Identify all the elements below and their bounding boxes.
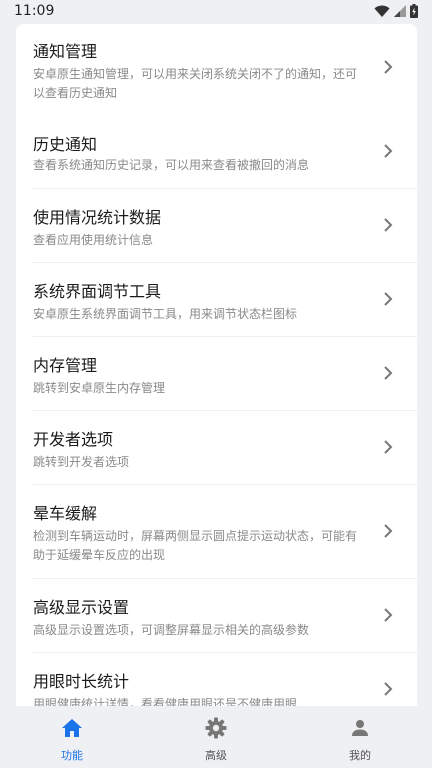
item-title: 使用情况统计数据	[33, 208, 162, 227]
list-item-usage-stats[interactable]: 使用情况统计数据 查看应用使用统计信息	[16, 188, 417, 262]
item-title: 历史通知	[33, 135, 98, 154]
item-title: 开发者选项	[33, 430, 114, 449]
feature-list: 通知管理 安卓原生通知管理，可以用来关闭系统关闭不了的通知，还可以查看历史通知 …	[16, 24, 417, 706]
gear-icon	[205, 717, 227, 739]
battery-icon	[410, 4, 418, 18]
item-title: 通知管理	[33, 42, 98, 61]
chevron-right-icon	[384, 60, 393, 74]
chevron-right-icon	[384, 218, 393, 232]
tab-label: 我的	[349, 749, 371, 762]
list-item-notification-management[interactable]: 通知管理 安卓原生通知管理，可以用来关闭系统关闭不了的通知，还可以查看历史通知	[16, 24, 417, 122]
item-description: 查看应用使用统计信息	[33, 233, 154, 247]
item-title: 内存管理	[33, 356, 98, 375]
list-item-advanced-display-settings[interactable]: 高级显示设置 高级显示设置选项，可调整屏幕显示相关的高级参数	[16, 578, 417, 652]
item-description: 跳转到开发者选项	[33, 455, 130, 469]
chevron-right-icon	[384, 366, 393, 380]
list-item-notification-history[interactable]: 历史通知 查看系统通知历史记录，可以用来查看被撤回的消息	[16, 122, 417, 188]
tab-features[interactable]: 功能	[0, 706, 144, 768]
item-description: 跳转到安卓原生内存管理	[33, 381, 166, 395]
item-description: 安卓原生通知管理，可以用来关闭系统关闭不了的通知，还可以查看历史通知	[33, 67, 358, 100]
item-title: 晕车缓解	[33, 504, 98, 523]
list-item-motion-sickness-relief[interactable]: 晕车缓解 检测到车辆运动时，屏幕两侧显示圆点提示运动状态，可能有助于延缓晕车反应…	[16, 484, 417, 578]
tab-label: 高级	[205, 749, 227, 762]
chevron-right-icon	[384, 144, 393, 158]
status-icons	[374, 4, 418, 18]
item-description: 高级显示设置选项，可调整屏幕显示相关的高级参数	[33, 623, 310, 637]
status-time: 11:09	[14, 3, 55, 19]
chevron-right-icon	[384, 292, 393, 306]
home-icon	[62, 719, 82, 737]
signal-icon	[394, 5, 406, 17]
chevron-right-icon	[384, 682, 393, 696]
item-title: 系统界面调节工具	[33, 282, 162, 301]
status-bar: 11:09	[0, 0, 432, 24]
chevron-right-icon	[384, 440, 393, 454]
list-item-developer-options[interactable]: 开发者选项 跳转到开发者选项	[16, 410, 417, 484]
item-description: 用眼健康统计详情，看看健康用眼还是不健康用眼	[33, 697, 298, 706]
person-icon	[352, 720, 368, 736]
tab-label: 功能	[61, 749, 83, 762]
item-description: 安卓原生系统界面调节工具，用来调节状态栏图标	[33, 307, 298, 321]
chevron-right-icon	[384, 608, 393, 622]
item-description: 检测到车辆运动时，屏幕两侧显示圆点提示运动状态，可能有助于延缓晕车反应的出现	[33, 529, 358, 562]
item-title: 用眼时长统计	[33, 672, 130, 691]
list-item-eye-usage-stats[interactable]: 用眼时长统计 用眼健康统计详情，看看健康用眼还是不健康用眼	[16, 652, 417, 706]
wifi-icon	[374, 5, 390, 17]
chevron-right-icon	[384, 524, 393, 538]
tab-profile[interactable]: 我的	[288, 706, 432, 768]
list-item-system-ui-tuner[interactable]: 系统界面调节工具 安卓原生系统界面调节工具，用来调节状态栏图标	[16, 262, 417, 336]
list-item-memory-management[interactable]: 内存管理 跳转到安卓原生内存管理	[16, 336, 417, 410]
tab-advanced[interactable]: 高级	[144, 706, 288, 768]
bottom-navigation: 功能 高级 我的	[0, 706, 432, 768]
item-description: 查看系统通知历史记录，可以用来查看被撤回的消息	[33, 158, 310, 172]
item-title: 高级显示设置	[33, 598, 130, 617]
